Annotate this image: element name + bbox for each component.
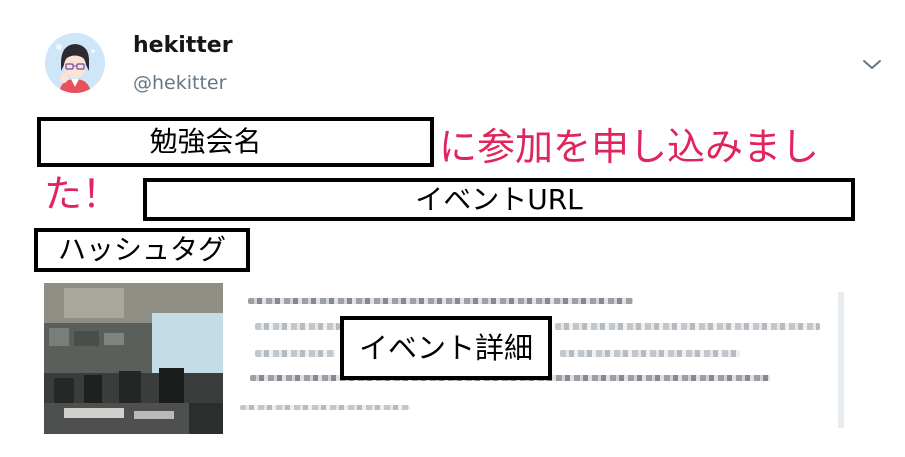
card-border — [838, 292, 844, 428]
event-url-placeholder[interactable]: イベントURL — [143, 178, 855, 221]
event-detail-placeholder[interactable]: イベント詳細 — [340, 316, 552, 380]
card-thumbnail-image — [44, 283, 223, 434]
card-thumbnail[interactable] — [44, 283, 223, 434]
avatar[interactable] — [45, 33, 105, 93]
chevron-down-icon[interactable] — [860, 56, 884, 74]
tweet-text-line2: た！ — [44, 172, 121, 216]
event-name-placeholder: 勉強会名 — [37, 117, 434, 167]
hashtag-placeholder[interactable]: ハッシュタグ — [34, 228, 250, 272]
user-name[interactable]: hekitter — [133, 33, 233, 58]
avatar-illustration — [45, 33, 105, 93]
user-handle[interactable]: @hekitter — [133, 72, 226, 94]
tweet-text-line1: に参加を申し込みまし — [439, 125, 820, 169]
